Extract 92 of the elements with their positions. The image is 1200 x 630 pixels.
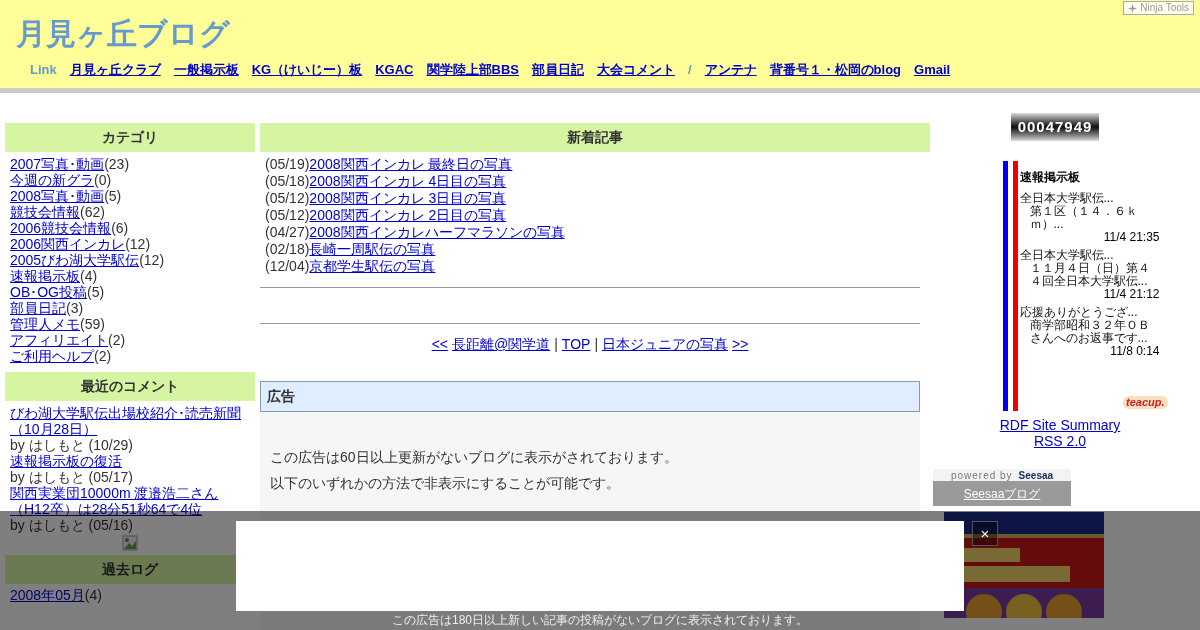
article-date: (12/04)	[265, 258, 310, 275]
header-link[interactable]: 関学陸上部BBS	[426, 60, 519, 80]
category-count: (12)	[125, 236, 151, 252]
pager-link[interactable]: 日本ジュニアの写真	[602, 334, 728, 355]
visitor-counter: 00047949	[1011, 113, 1099, 141]
ad-text: この広告は60日以上更新がないブログに表示がされております。	[270, 448, 679, 466]
category-link[interactable]: 今週の新グラ	[10, 172, 94, 188]
category-link[interactable]: 管理人メモ	[10, 316, 80, 332]
category-count: (2)	[108, 332, 126, 348]
header-link[interactable]: Gmail	[914, 60, 951, 80]
category-count: (5)	[87, 284, 105, 300]
comment-byline: by はしもと (05/17)	[10, 469, 133, 485]
category-heading: カテゴリ	[5, 123, 255, 152]
bbs-post-title[interactable]: 応援ありがとうござ...	[1019, 306, 1160, 319]
category-link[interactable]: ご利用ヘルプ	[10, 348, 94, 364]
link-separator: /	[687, 61, 692, 79]
bbs-post-title[interactable]: 全日本大学駅伝...	[1019, 249, 1160, 262]
bbs-post-body: 商学部昭和３２年ＯＢさんへのお返事です...	[1029, 319, 1151, 345]
comment-link[interactable]: びわ湖大学駅伝出場校紹介･読売新聞（10月28日）	[10, 405, 250, 437]
seesaa-logo: powered by Seesaa	[933, 469, 1071, 481]
category-link[interactable]: アフィリエイト	[10, 332, 108, 348]
teacup-logo[interactable]: teacup.	[1123, 396, 1168, 409]
category-link[interactable]: 競技会情報	[10, 204, 80, 220]
rss-link[interactable]: RDF Site Summary	[999, 417, 1121, 433]
pager-link[interactable]: TOP	[561, 334, 591, 355]
header-link[interactable]: 月見ヶ丘クラブ	[69, 60, 161, 80]
pager-link[interactable]: 長距離@関学道	[452, 334, 551, 355]
comments-heading: 最近のコメント	[5, 372, 255, 401]
bbs-post-body: 第１区（１４．６ｋｍ）...	[1028, 205, 1139, 231]
link-label: Link	[30, 61, 57, 79]
category-count: (59)	[80, 316, 105, 332]
category-count: (3)	[66, 300, 84, 316]
article-link[interactable]: 2008関西インカレ 3日目の写真	[309, 190, 507, 207]
pager-separator: |	[554, 335, 558, 354]
category-link[interactable]: 速報掲示板	[10, 268, 80, 284]
archive-link[interactable]: 2008年05月	[10, 587, 85, 603]
category-link[interactable]: 2007写真･動画	[10, 156, 105, 172]
comment-byline: by はしもと (05/16)	[10, 517, 133, 533]
category-link[interactable]: 2006競技会情報	[10, 220, 112, 236]
bbs-post-time: 11/4 21:12	[1102, 288, 1160, 301]
comment-byline: by はしもと (10/29)	[10, 437, 133, 453]
category-count: (12)	[139, 252, 165, 268]
pager-separator: |	[594, 335, 598, 354]
article-link[interactable]: 2008関西インカレ 2日目の写真	[309, 207, 507, 224]
broken-image-icon	[122, 535, 138, 551]
header-link[interactable]: KGAC	[375, 60, 414, 80]
comment-link[interactable]: 速報掲示板の復活	[10, 453, 250, 469]
archive-count: (4)	[84, 587, 102, 603]
header-link[interactable]: 部員日記	[531, 60, 584, 80]
article-link[interactable]: 2008関西インカレハーフマラソンの写真	[309, 224, 565, 241]
category-count: (4)	[80, 268, 98, 284]
bbs-post-time: 11/4 21:35	[1102, 231, 1160, 244]
article-link[interactable]: 2008関西インカレ 最終日の写真	[309, 156, 513, 173]
article-link[interactable]: 長崎一周駅伝の写真	[309, 241, 436, 258]
category-count: (62)	[80, 204, 105, 220]
article-date: (02/18)	[265, 241, 310, 258]
article-date: (05/12)	[265, 207, 310, 224]
pager-link[interactable]: >>	[732, 334, 749, 355]
category-count: (5)	[104, 188, 122, 204]
article-date: (05/12)	[265, 190, 310, 207]
header-link[interactable]: KG（けいじー）板	[251, 60, 363, 80]
category-count: (2)	[94, 348, 112, 364]
category-link[interactable]: OB･OG投稿	[10, 284, 87, 300]
pager-link[interactable]: <<	[431, 334, 448, 355]
new-articles-heading: 新着記事	[260, 123, 930, 152]
bbs-post-time: 11/8 0:14	[1109, 345, 1160, 358]
rss-link[interactable]: RSS 2.0	[1033, 433, 1087, 449]
article-link[interactable]: 2008関西インカレ 4日目の写真	[309, 173, 507, 190]
category-count: (6)	[111, 220, 129, 236]
overlay-notice: この広告は180日以上新しい記事の投稿がないブログに表示されております。	[391, 613, 809, 628]
article-date: (04/27)	[265, 224, 310, 241]
article-link[interactable]: 京都学生駅伝の写真	[309, 258, 436, 275]
bbs-title[interactable]: 速報掲示板	[1019, 171, 1168, 184]
article-date: (05/19)	[265, 156, 310, 173]
category-link[interactable]: 2008写真･動画	[10, 188, 105, 204]
header-link[interactable]: アンテナ	[704, 60, 757, 80]
header-link[interactable]: 背番号１・松岡のblog	[769, 60, 902, 80]
header-link[interactable]: 一般掲示板	[173, 60, 239, 80]
category-link[interactable]: 2006関西インカレ	[10, 236, 126, 252]
shuriken-icon	[1128, 3, 1138, 13]
comment-link[interactable]: 関西実業団10000m 渡邉浩二さん（H12卒）は28分51秒64で4位	[10, 485, 250, 517]
category-link[interactable]: 部員日記	[10, 300, 66, 316]
article-date: (05/18)	[265, 173, 310, 190]
ad-heading: 広告	[260, 381, 920, 412]
close-button[interactable]: ×	[972, 521, 998, 546]
bbs-post-title[interactable]: 全日本大学駅伝...	[1019, 192, 1160, 205]
category-count: (0)	[94, 172, 112, 188]
ad-text: 以下のいずれかの方法で非表示にすることが可能です。	[270, 474, 621, 492]
bbs-post-body: １１月４日（日）第４４回全日本大学駅伝...	[1028, 262, 1151, 288]
category-count: (23)	[104, 156, 130, 172]
header-link[interactable]: 大会コメント	[596, 60, 675, 80]
category-link[interactable]: 2005びわ湖大学駅伝	[10, 252, 140, 268]
